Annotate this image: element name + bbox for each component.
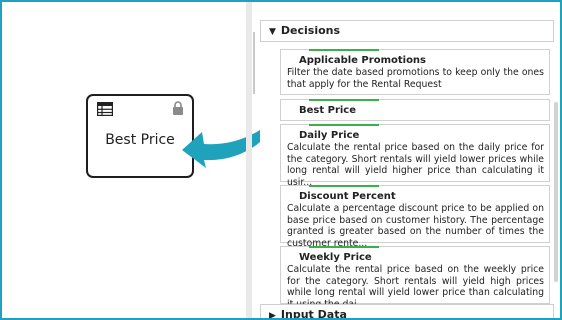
- node-label: Best Price: [105, 132, 175, 148]
- item-title: Weekly Price: [299, 252, 372, 263]
- splitter-grip[interactable]: [253, 32, 255, 94]
- item-title: Daily Price: [299, 130, 360, 141]
- app-frame: Best Price ▼ Decisions Applicable Promoti…: [0, 0, 562, 320]
- list-item[interactable]: Applicable Promotions Filter the date ba…: [280, 49, 550, 95]
- input-data-section-header[interactable]: ▶ Input Data: [260, 304, 554, 320]
- indicator-bar: [309, 124, 379, 126]
- indicator-bar: [309, 49, 379, 51]
- list-item[interactable]: Weekly Price Calculate the rental price …: [280, 246, 550, 310]
- decisions-section-header[interactable]: ▼ Decisions: [260, 20, 554, 42]
- indicator-bar: [309, 185, 379, 187]
- item-description: Filter the date based promotions to keep…: [287, 67, 544, 90]
- item-title: Applicable Promotions: [299, 55, 427, 66]
- caret-right-icon: ▶: [269, 311, 276, 320]
- list-item[interactable]: Daily Price Calculate the rental price b…: [280, 124, 550, 188]
- item-title: Best Price: [299, 105, 357, 116]
- diagram-canvas[interactable]: Best Price: [2, 2, 284, 318]
- item-title: Discount Percent: [299, 191, 396, 202]
- list-item[interactable]: Discount Percent Calculate a percentage …: [280, 185, 550, 249]
- caret-down-icon: ▼: [269, 27, 276, 37]
- item-description: Calculate the rental price based on the …: [287, 142, 544, 188]
- scrollbar[interactable]: [554, 102, 558, 282]
- item-description: Calculate a percentage discount price to…: [287, 203, 544, 249]
- indicator-bar: [309, 246, 379, 248]
- decision-navigator-panel: ▼ Decisions Applicable Promotions Filter …: [260, 2, 560, 318]
- decision-table-icon: [97, 102, 113, 116]
- list-item[interactable]: Best Price: [280, 99, 550, 121]
- indicator-bar: [309, 99, 379, 101]
- panel-splitter[interactable]: [246, 2, 252, 318]
